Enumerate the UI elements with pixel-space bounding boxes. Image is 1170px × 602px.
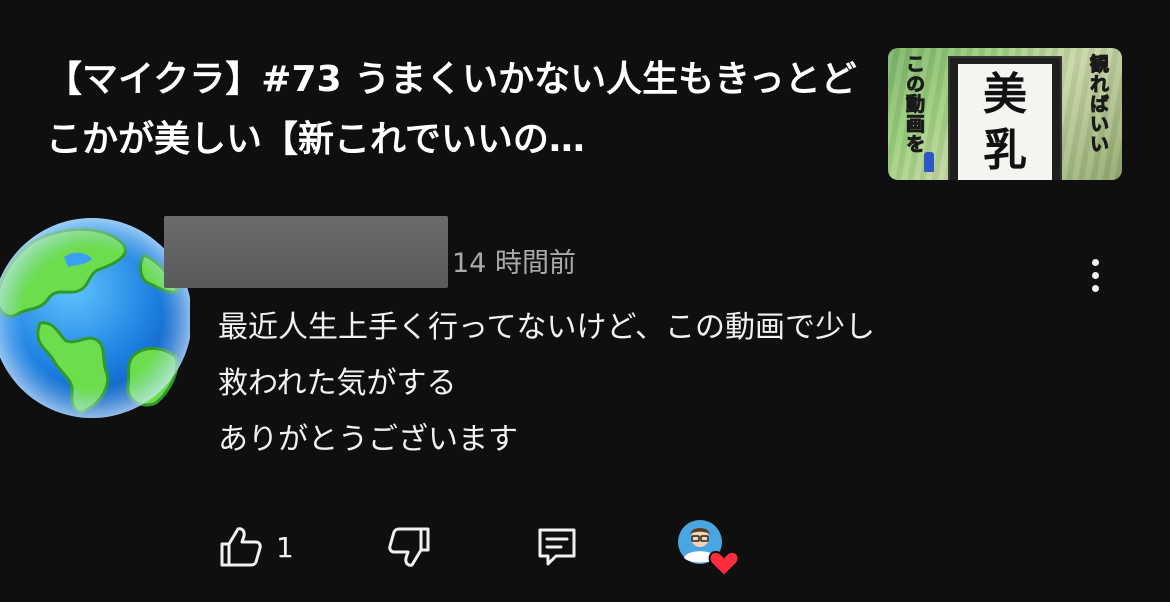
creator-heart-icon [678,520,740,578]
vertical-ellipsis-icon [1091,258,1099,266]
vertical-ellipsis-icon [1091,271,1099,279]
globe-americas-icon[interactable] [0,195,190,441]
comment-line: ありがとうございます [218,422,518,457]
thumbnail-sign-char-2: 乳 [983,125,1027,176]
video-thumbnail[interactable]: 美 乳 この動画を 観ればいい [888,48,1122,180]
thumbnail-right-caption: 観ればいい [1087,54,1110,155]
comment-icon[interactable] [534,524,580,570]
comment-timestamp: 14 時間前 [452,248,576,279]
thumbs-down-icon[interactable] [386,524,432,570]
video-title[interactable]: 【マイクラ】#73 うまくいかない人生もきっとどこかが美しい【新これでいいの… [46,50,866,170]
comment-line: 救われた気がする [218,366,457,401]
comment-line: 最近人生上手く行ってないけど、この動画で少し [218,310,875,345]
comment-text: 最近人生上手く行ってないけど、この動画で少し 救われた気がする ありがとうござい… [218,300,1118,468]
like-count: 1 [276,531,294,564]
vertical-ellipsis-icon [1091,284,1099,292]
thumbs-up-icon[interactable] [218,524,264,570]
thumbnail-character [924,152,934,172]
more-options-button[interactable] [1080,250,1110,300]
comment-actions: 1 [0,510,1170,580]
video-header[interactable]: 【マイクラ】#73 うまくいかない人生もきっとどこかが美しい【新これでいいの… … [0,0,1170,190]
thumbnail-sign-char-1: 美 [983,69,1027,120]
author-name-redacted[interactable] [164,216,448,288]
thumbnail-left-caption: この動画を [903,54,926,155]
thumbnail-sign: 美 乳 [948,56,1062,180]
